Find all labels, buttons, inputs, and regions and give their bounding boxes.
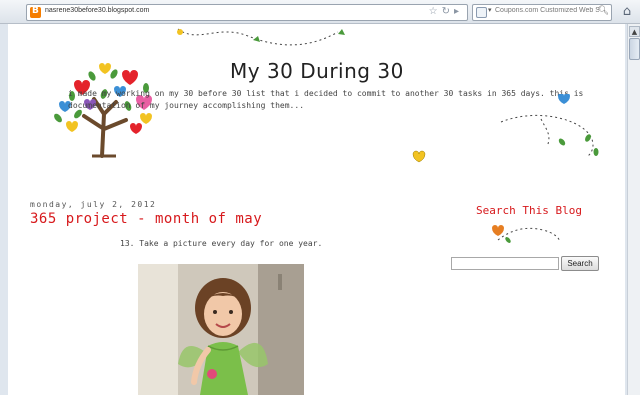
blogger-favicon-icon — [30, 6, 41, 18]
post-title[interactable]: 365 project - month of may — [30, 211, 262, 227]
bookmark-star-icon[interactable]: ☆ — [429, 6, 442, 17]
search-widget-title: Search This Blog — [476, 204, 582, 217]
magnifier-icon[interactable]: 🔍︎ — [598, 6, 609, 16]
vertical-scrollbar[interactable]: ▲ — [627, 24, 640, 395]
blog-search-input[interactable] — [451, 257, 559, 270]
post-date: monday, july 2, 2012 — [30, 200, 157, 209]
swirl-decoration-icon — [177, 28, 345, 46]
scroll-up-icon[interactable]: ▲ — [629, 26, 640, 37]
browser-toolbar: nasrene30before30.blogspot.com ☆↻▸ Coupo… — [0, 0, 640, 24]
scroll-thumb[interactable] — [629, 38, 640, 60]
reload-icon[interactable]: ↻ — [442, 6, 454, 17]
browser-search-bar[interactable]: Coupons.com Customized Web Sea 🔍︎ — [472, 4, 612, 21]
swirl-decoration-right-icon — [500, 94, 599, 157]
blog-page: My 30 During 30 i made my working on my … — [8, 24, 625, 395]
blog-title[interactable]: My 30 During 30 — [230, 59, 404, 83]
post-body: 13. Take a picture every day for one yea… — [120, 239, 323, 248]
home-icon[interactable]: ⌂ — [620, 5, 634, 19]
post-photo[interactable] — [138, 264, 304, 395]
search-placeholder[interactable]: Coupons.com Customized Web Sea — [495, 7, 599, 14]
heart-swirl-icon — [492, 225, 561, 243]
search-button[interactable]: Search — [561, 256, 599, 271]
search-engine-icon[interactable] — [476, 6, 492, 18]
address-bar-icons[interactable]: ☆↻▸ — [429, 6, 463, 17]
go-icon[interactable]: ▸ — [454, 6, 463, 17]
address-bar[interactable]: nasrene30before30.blogspot.com ☆↻▸ — [26, 4, 468, 21]
url-text[interactable]: nasrene30before30.blogspot.com — [45, 7, 149, 14]
heart-icon — [412, 150, 426, 163]
